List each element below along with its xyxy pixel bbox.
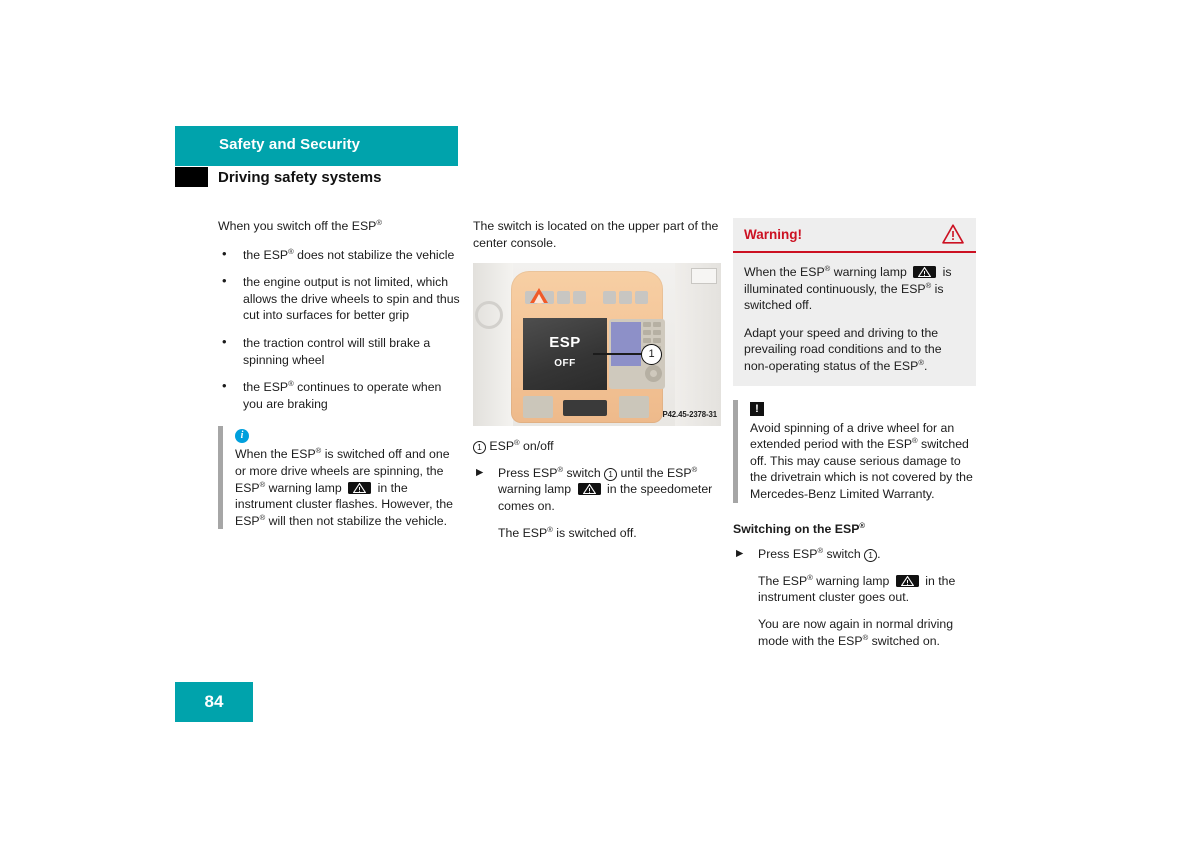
left-intro-paragraph: When you switch off the ESP® [218, 217, 382, 233]
registered-mark: ® [288, 246, 294, 256]
red-warning-triangle-icon [942, 224, 964, 249]
exclamation-box-icon: ! [750, 401, 764, 416]
registered-mark: ® [288, 379, 294, 389]
figure-hazard-triangle-inner [533, 294, 544, 304]
warning-paragraph-1: When the ESP® warning lamp is illuminate… [744, 263, 952, 313]
registered-mark: ® [807, 572, 813, 582]
figure-key [653, 330, 661, 336]
registered-mark: ® [259, 479, 266, 489]
figure-key [643, 322, 651, 328]
esp-warning-lamp-icon [895, 574, 919, 587]
figure-seat-control-left [523, 396, 553, 419]
caution-note-box: ! Avoid spinning of a drive wheel for an… [733, 399, 976, 503]
step-press-esp-switch-on: Press ESP® switch 1. [733, 546, 976, 563]
figure-switch [573, 291, 586, 305]
registered-mark: ® [315, 446, 322, 456]
list-item: the ESP® does not stabilize the vehicle [218, 246, 462, 264]
warning-paragraph-2: Adapt your speed and driving to the prev… [744, 325, 942, 373]
figure-image-code: P42.45-2378-31 [662, 409, 717, 419]
figure-right-pillar [675, 263, 721, 427]
note-icon-row: i [235, 426, 462, 444]
registered-mark: ® [557, 464, 564, 474]
registered-mark: ® [862, 632, 869, 642]
figure-off-label: OFF [554, 357, 576, 369]
middle-intro-paragraph: The switch is located on the upper part … [473, 219, 719, 250]
figure-display-strip [563, 400, 607, 417]
callout-number-1: 1 [864, 549, 878, 563]
list-item: the ESP® continues to operate when you a… [218, 378, 462, 412]
registered-mark: ® [912, 436, 918, 446]
warning-title: Warning! [744, 227, 802, 242]
registered-mark: ® [817, 546, 824, 556]
info-note-text: When the ESP® is switched off and one or… [235, 446, 454, 528]
page-number-badge: 84 [175, 682, 253, 722]
figure-switch [635, 291, 648, 305]
figure-key [643, 330, 651, 336]
section-header-banner: Safety and Security [175, 126, 458, 166]
info-circle-icon: i [235, 429, 249, 444]
registered-mark: ® [859, 520, 866, 530]
list-item: the traction control will still brake a … [218, 334, 462, 368]
figure-nav-screen [611, 322, 641, 367]
esp-warning-lamp-icon [348, 481, 372, 494]
registered-mark: ® [547, 524, 553, 534]
esp-warning-lamp-icon [577, 483, 601, 496]
page-number: 84 [204, 692, 224, 711]
list-item: the engine output is not limited, which … [218, 273, 462, 324]
step-result-normal-driving: You are now again in normal driving mode… [758, 616, 954, 648]
figure-switch [619, 291, 632, 305]
figure-caption: 1 ESP® on/off [473, 438, 723, 455]
figure-switch [557, 291, 570, 305]
subsection-heading-switching-on: Switching on the ESP® [733, 520, 866, 536]
warning-panel-header: Warning! [733, 218, 976, 253]
left-column: When you switch off the ESP® the ESP® do… [218, 218, 462, 539]
warning-panel: Warning! When the ESP® warning lamp is i… [733, 218, 976, 386]
callout-number-1: 1 [473, 441, 486, 455]
figure-dpad [645, 365, 662, 383]
figure-key [643, 338, 651, 344]
registered-mark: ® [514, 438, 520, 448]
figure-left-pillar [473, 263, 513, 427]
warning-panel-body: When the ESP® warning lamp is illuminate… [733, 253, 976, 386]
registered-mark: ® [918, 357, 924, 367]
registered-mark: ® [691, 464, 698, 474]
figure-key [653, 338, 661, 344]
figure-esp-label: ESP [549, 334, 581, 352]
step-result-lamp-out: The ESP® warning lamp in the instrument … [758, 572, 956, 605]
figure-key [653, 322, 661, 328]
callout-number-1: 1 [604, 467, 618, 481]
figure-seat-control-right [619, 396, 649, 419]
step-press-esp-switch: Press ESP® switch 1 until the ESP® warni… [473, 465, 723, 515]
figure-switch [603, 291, 616, 305]
registered-mark: ® [259, 512, 266, 522]
caution-note-text: Avoid spinning of a drive wheel for an e… [750, 420, 973, 501]
registered-mark: ® [925, 280, 932, 290]
center-console-photo: ESP OFF 1 P42.45-2378-31 [473, 263, 721, 427]
registered-mark: ® [376, 217, 382, 227]
right-column: Warning! When the ESP® warning lamp is i… [733, 218, 976, 659]
info-note-box: i When the ESP® is switched off and one … [218, 426, 462, 530]
step-result-esp-off: The ESP® is switched off. [498, 524, 637, 540]
middle-column: The switch is located on the upper part … [473, 218, 723, 551]
note-icon-row: ! [750, 400, 976, 417]
esp-warning-lamp-icon [913, 266, 937, 278]
chapter-marker-block [175, 167, 208, 187]
esp-off-effects-list: the ESP® does not stabilize the vehicle … [218, 246, 462, 413]
figure-right-tab [691, 268, 717, 285]
section-title: Safety and Security [219, 136, 361, 153]
figure-vent-knob [475, 301, 503, 330]
subsection-title: Driving safety systems [218, 169, 382, 186]
registered-mark: ® [824, 263, 831, 273]
